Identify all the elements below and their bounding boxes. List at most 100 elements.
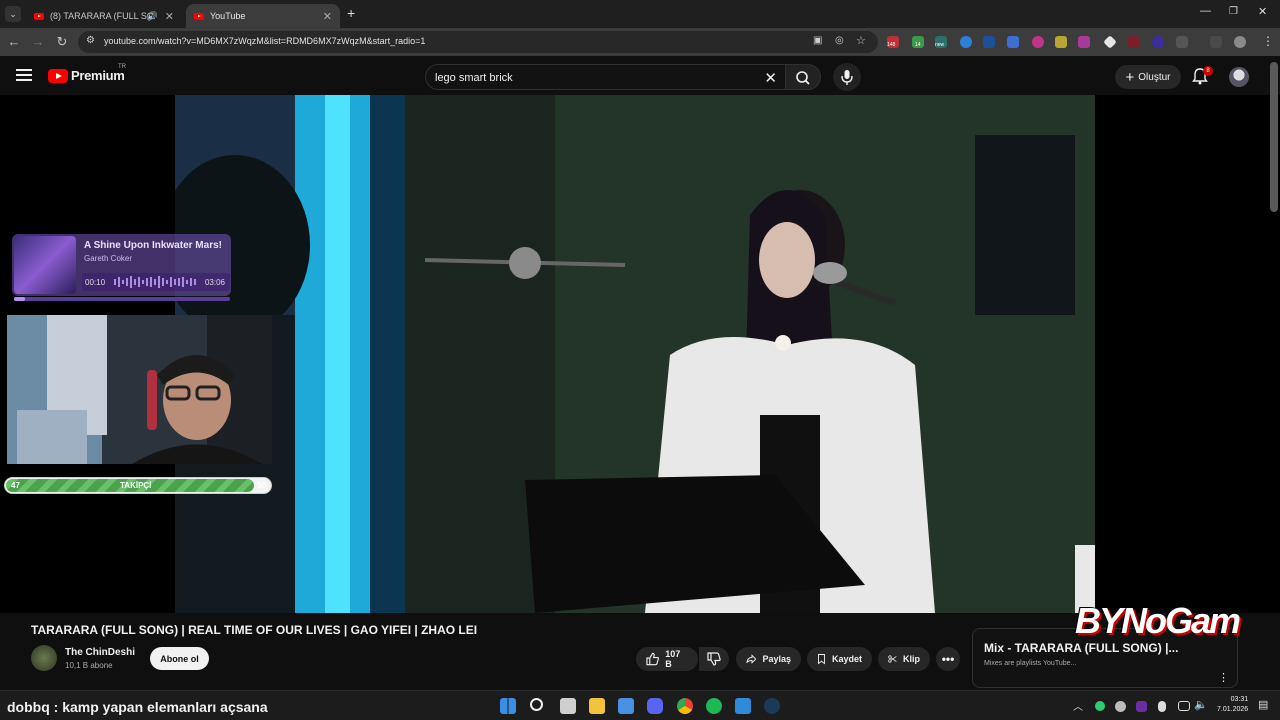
task-view-icon[interactable]	[560, 698, 576, 714]
extension-red-icon[interactable]: 148	[887, 36, 899, 48]
tray-n-icon[interactable]	[1136, 701, 1147, 712]
tab-title: YouTube	[210, 11, 246, 21]
account-avatar[interactable]	[1229, 67, 1249, 87]
now-playing-title: A Shine Upon Inkwater Mars!	[84, 240, 222, 251]
tray-overflow-icon[interactable]: ︿	[1073, 698, 1083, 713]
restore-button[interactable]: ❐	[1229, 6, 1238, 17]
extension-translate-icon[interactable]	[1007, 36, 1019, 48]
back-button[interactable]: ←	[6, 34, 22, 49]
youtube-play-logo-icon	[48, 68, 68, 83]
video-player[interactable]	[175, 95, 1095, 613]
spotify-icon[interactable]	[706, 698, 722, 714]
extension-waves-icon[interactable]	[983, 36, 995, 48]
follower-goal-label: TAKİPÇİ	[120, 481, 152, 490]
create-button[interactable]: + Oluştur	[1115, 65, 1181, 89]
extension-purple-icon[interactable]	[1152, 36, 1164, 48]
clock-date: 7.01.2026	[1217, 706, 1249, 713]
extension-magenta-icon[interactable]	[1078, 36, 1090, 48]
share-button[interactable]: Paylaş	[736, 647, 801, 671]
network-icon[interactable]	[1178, 701, 1190, 711]
windows-start-icon[interactable]	[500, 698, 516, 714]
follower-goal-bar: 47 TAKİPÇİ 50	[4, 477, 272, 494]
browser-menu-icon[interactable]: ⋮	[1262, 34, 1274, 48]
hide-eye-icon[interactable]: ◎	[835, 35, 844, 46]
tab-search-button[interactable]: ⌄	[5, 6, 21, 22]
bookmark-star-icon[interactable]: ☆	[856, 34, 866, 47]
reload-button[interactable]: ↻	[54, 34, 70, 50]
logo-text: Premium	[71, 68, 125, 83]
like-button[interactable]: 107 B	[636, 647, 698, 671]
thumbs-down-icon	[707, 652, 721, 666]
tab-youtube[interactable]: YouTube ✕	[186, 4, 340, 28]
clear-search-icon[interactable]: ✕	[764, 69, 777, 87]
extension-pink-icon[interactable]	[1032, 36, 1044, 48]
menu-icon[interactable]	[16, 69, 32, 81]
minimize-button[interactable]: —	[1200, 5, 1211, 17]
volume-icon[interactable]: 🔈	[1194, 698, 1208, 711]
channel-name[interactable]: The ChinDeshi	[65, 647, 135, 658]
vscode-icon[interactable]	[735, 698, 751, 714]
file-explorer-icon[interactable]	[589, 698, 605, 714]
notification-center-icon[interactable]: ▤	[1258, 698, 1268, 711]
share-icon	[746, 654, 757, 664]
system-clock[interactable]: 03:31 7.01.2026	[1217, 695, 1248, 715]
forward-button[interactable]: →	[30, 34, 46, 49]
subscriber-count: 10,1 B abone	[65, 661, 113, 670]
extension-green-icon[interactable]: 14	[912, 36, 924, 48]
discord-icon[interactable]	[647, 698, 663, 714]
audio-playing-icon[interactable]: 🔊	[147, 11, 158, 22]
tray-mic-icon[interactable]	[1158, 701, 1166, 712]
close-window-button[interactable]: ✕	[1258, 5, 1267, 18]
steam-icon[interactable]	[764, 698, 780, 714]
install-app-icon[interactable]: ▣	[813, 35, 822, 46]
close-tab-icon[interactable]: ✕	[165, 10, 174, 23]
close-tab-icon[interactable]: ✕	[323, 10, 332, 23]
search-query: lego smart brick	[435, 72, 513, 84]
taskbar-search-icon[interactable]	[530, 698, 543, 711]
store-icon[interactable]	[618, 698, 634, 714]
channel-avatar[interactable]	[31, 645, 57, 671]
extension-blue-icon[interactable]	[960, 36, 972, 48]
now-playing-timebar: 00:10 03:06	[82, 273, 230, 291]
follower-current: 47	[11, 481, 20, 490]
extension-new-icon[interactable]: new	[935, 36, 947, 48]
site-info-icon[interactable]: ⚙	[86, 35, 95, 46]
youtube-premium-logo[interactable]: Premium TR	[48, 64, 126, 83]
browser-toolbar: ← → ↻ ⚙ youtube.com/watch?v=MD6MX7zWqzM&…	[0, 28, 1280, 56]
clip-button[interactable]: Klip	[878, 647, 930, 671]
extension-yellow-icon[interactable]	[1055, 36, 1067, 48]
profile-avatar-icon[interactable]	[1234, 36, 1246, 48]
tray-green-icon[interactable]	[1095, 701, 1105, 711]
tray-settings-icon[interactable]	[1115, 701, 1126, 712]
media-control-icon[interactable]	[1210, 36, 1222, 48]
chrome-icon[interactable]	[677, 698, 693, 714]
search-input[interactable]: lego smart brick ✕	[425, 64, 785, 90]
mix-subtitle: Mixes are playlists YouTube...	[984, 660, 1077, 667]
windows-taskbar: dobbq : kamp yapan elemanları açsana ︿ 🔈…	[0, 690, 1280, 720]
voice-search-button[interactable]	[833, 63, 861, 91]
create-label: Oluştur	[1138, 71, 1171, 83]
extensions-puzzle-icon[interactable]	[1176, 36, 1188, 48]
tab-tarararara[interactable]: (8) TARARARA (FULL SO 🔊 ✕	[26, 4, 182, 28]
save-button[interactable]: Kaydet	[807, 647, 872, 671]
address-bar[interactable]: ⚙ youtube.com/watch?v=MD6MX7zWqzM&list=R…	[78, 31, 878, 53]
page-scrollbar[interactable]	[1270, 62, 1278, 212]
mix-menu-icon[interactable]: ⋮	[1218, 671, 1229, 684]
new-tab-button[interactable]: +	[347, 5, 355, 21]
video-frame-image	[175, 95, 1095, 613]
notification-count-badge: 8	[1203, 66, 1213, 76]
streamer-logo-watermark: BYNoGam	[1075, 600, 1241, 641]
extension-diamond-icon[interactable]	[1103, 35, 1117, 49]
extension-darkred-icon[interactable]	[1128, 36, 1140, 48]
tab-title: (8) TARARARA (FULL SO	[50, 11, 154, 21]
now-playing-widget: A Shine Upon Inkwater Mars! Gareth Coker…	[12, 234, 231, 296]
subscribe-button[interactable]: Abone ol	[150, 647, 209, 670]
more-actions-button[interactable]: •••	[936, 647, 960, 671]
search-button[interactable]	[785, 64, 821, 90]
webcam-image	[7, 315, 272, 464]
total-duration: 03:06	[204, 278, 225, 287]
waveform-icon	[114, 276, 196, 288]
dislike-button[interactable]	[699, 647, 729, 671]
clock-time: 03:31	[1230, 696, 1249, 703]
youtube-header: Premium TR lego smart brick ✕ + Oluştur …	[0, 56, 1280, 96]
